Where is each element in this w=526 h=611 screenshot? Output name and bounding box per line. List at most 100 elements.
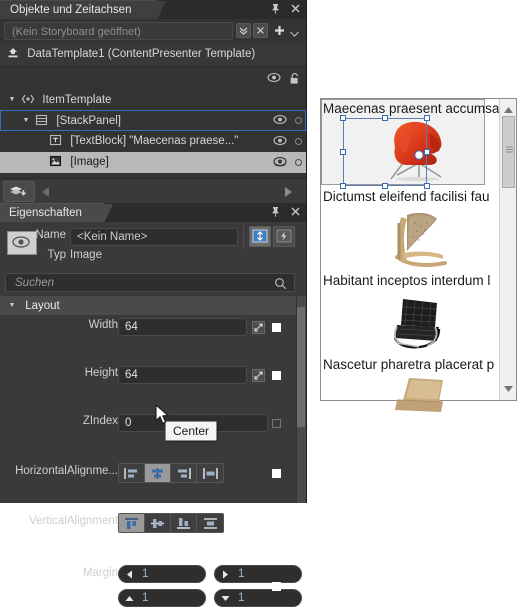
eye-icon[interactable] xyxy=(273,135,287,148)
selection-handle[interactable] xyxy=(424,115,430,121)
arrow-down-icon xyxy=(220,593,231,607)
eye-icon[interactable] xyxy=(273,114,287,127)
margin-right-input[interactable]: 1 xyxy=(214,565,302,583)
section-header-layout[interactable]: ▼ Layout xyxy=(0,296,296,315)
scroll-right-arrow[interactable] xyxy=(284,187,292,200)
valign-bottom-button[interactable] xyxy=(171,514,197,532)
object-tree[interactable]: DataTemplate1 (ContentPresenter Template… xyxy=(0,43,306,178)
name-input[interactable]: <Kein Name> xyxy=(70,228,238,246)
search-icon xyxy=(274,277,287,293)
scroll-down-arrow[interactable] xyxy=(504,383,513,395)
search-placeholder: Suchen xyxy=(15,277,55,289)
listbox-preview[interactable]: Maecenas praesent accumsa Dictumst eleif… xyxy=(320,98,517,412)
margin-left-input[interactable]: 1 xyxy=(118,565,206,583)
auto-size-icon[interactable] xyxy=(252,369,265,382)
list-item-image[interactable] xyxy=(321,290,516,354)
row-toggles xyxy=(273,131,302,152)
preview-scrollbar[interactable] xyxy=(499,99,516,400)
properties-header-buttons xyxy=(269,205,302,218)
tree-item-stackpanel[interactable]: ▼ [StackPanel] xyxy=(0,110,306,131)
template-root-icon xyxy=(6,45,20,58)
zindex-advanced-marker[interactable] xyxy=(272,419,281,428)
properties-scrollbar-thumb[interactable] xyxy=(297,307,305,427)
margin-bottom-input[interactable]: 1 xyxy=(214,589,302,607)
margin-advanced-marker[interactable] xyxy=(272,582,281,591)
arrow-up-icon xyxy=(124,593,135,607)
width-advanced-marker[interactable] xyxy=(272,323,281,332)
lock-toggle-dot[interactable] xyxy=(295,117,302,124)
twisty-icon[interactable]: ▼ xyxy=(20,110,32,131)
selection-handle[interactable] xyxy=(424,149,430,155)
valign-top-button[interactable] xyxy=(119,514,145,532)
properties-tabstrip: Eigenschaften xyxy=(0,203,306,223)
list-item[interactable]: Habitant inceptos interdum l xyxy=(321,271,516,355)
selection-handle[interactable] xyxy=(340,115,346,121)
margin-right-value: 1 xyxy=(238,568,245,580)
storyboard-close-button[interactable] xyxy=(253,23,268,38)
storyboard-selector[interactable]: (Kein Storyboard geöffnet) xyxy=(4,22,233,40)
width-input[interactable]: 64 xyxy=(118,318,247,336)
close-small-icon xyxy=(257,27,264,34)
list-item[interactable]: Dictumst eleifend facilisi fau xyxy=(321,187,516,271)
scroll-up-arrow[interactable] xyxy=(504,104,513,116)
plus-icon xyxy=(275,26,284,35)
align-right-icon xyxy=(178,467,191,479)
margin-top-input[interactable]: 1 xyxy=(118,589,206,607)
valign-segmented-control[interactable] xyxy=(118,513,224,533)
lock-toggle-dot[interactable] xyxy=(295,159,302,166)
element-thumbnail xyxy=(7,231,37,255)
eye-icon[interactable] xyxy=(273,156,287,169)
pin-icon[interactable] xyxy=(269,2,282,15)
preview-scrollbar-thumb[interactable] xyxy=(502,116,515,188)
scroll-left-arrow[interactable] xyxy=(42,187,50,200)
element-name-area: Name <Kein Name> Typ Image xyxy=(0,222,306,270)
halign-label: HorizontalAlignme... xyxy=(15,465,118,477)
chevron-down-icon xyxy=(290,31,299,37)
tree-item-image[interactable]: [Image] xyxy=(0,152,306,173)
margin-top-value: 1 xyxy=(142,592,149,604)
height-input[interactable]: 64 xyxy=(118,366,247,384)
halign-stretch-button[interactable] xyxy=(197,464,223,482)
pin-icon[interactable] xyxy=(269,205,282,218)
valign-stretch-button[interactable] xyxy=(197,514,223,532)
close-icon[interactable] xyxy=(289,2,302,15)
valign-advanced-marker[interactable] xyxy=(272,519,281,528)
property-search-input[interactable]: Suchen xyxy=(5,273,295,292)
properties-view-button[interactable] xyxy=(249,226,271,247)
unlock-icon[interactable] xyxy=(289,72,302,85)
tree-item-itemtemplate[interactable]: ▼ ItemTemplate xyxy=(0,89,306,110)
divider xyxy=(243,225,244,249)
tab-objects-and-timeline[interactable]: Objekte und Zeitachsen xyxy=(0,0,167,20)
auto-size-icon[interactable] xyxy=(252,321,265,334)
halign-advanced-marker[interactable] xyxy=(272,469,281,478)
textblock-icon xyxy=(49,133,63,146)
tab-properties[interactable]: Eigenschaften xyxy=(0,203,113,223)
type-value: Image xyxy=(70,249,102,261)
height-advanced-marker[interactable] xyxy=(272,371,281,380)
lock-toggle-dot[interactable] xyxy=(295,138,302,145)
selection-handle[interactable] xyxy=(340,149,346,155)
list-item[interactable]: Maecenas praesent accumsa xyxy=(321,99,516,189)
close-icon[interactable] xyxy=(289,205,302,218)
halign-center-button[interactable] xyxy=(145,464,171,482)
list-item[interactable]: Nascetur pharetra placerat p xyxy=(321,355,516,415)
new-storyboard-button[interactable] xyxy=(272,23,287,38)
halign-right-button[interactable] xyxy=(171,464,197,482)
storyboard-dropdown-button[interactable] xyxy=(236,23,251,38)
twisty-icon[interactable]: ▼ xyxy=(6,89,18,110)
tooltip-center: Center xyxy=(165,421,218,441)
list-item-image[interactable] xyxy=(321,206,516,270)
list-item-image[interactable] xyxy=(321,374,516,414)
valign-center-button[interactable] xyxy=(145,514,171,532)
tree-root-item[interactable]: DataTemplate1 (ContentPresenter Template… xyxy=(0,43,306,67)
events-view-button[interactable] xyxy=(273,226,295,247)
layout-properties-body: Width 64 Height 64 ZIndex 0 HorizontalAl… xyxy=(0,315,302,607)
add-layer-button[interactable] xyxy=(3,181,35,202)
twisty-icon[interactable]: ▼ xyxy=(6,296,18,315)
halign-segmented-control[interactable] xyxy=(118,463,224,483)
eye-icon[interactable] xyxy=(267,72,281,85)
tree-item-textblock[interactable]: [TextBlock] "Maecenas praese..." xyxy=(0,131,306,152)
halign-left-button[interactable] xyxy=(119,464,145,482)
selection-handle[interactable] xyxy=(382,115,388,121)
storyboard-menu-caret[interactable] xyxy=(290,28,299,40)
